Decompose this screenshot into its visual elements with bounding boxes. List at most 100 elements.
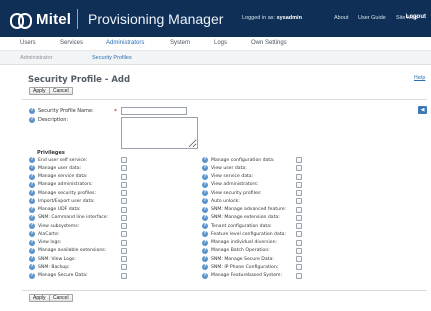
privilege-checkbox[interactable] [296,198,302,205]
privilege-label: Manage Featurebased System: [211,273,283,278]
privilege-label: Feature level configuration data: [211,231,287,237]
privilege-checkbox[interactable] [296,214,302,221]
privilege-label: Manage user data: [38,165,82,171]
privilege-checkbox[interactable] [296,181,302,188]
help-question-icon[interactable]: ? [202,173,208,180]
help-question-icon[interactable]: ? [202,247,208,254]
privilege-checkbox[interactable] [121,165,127,172]
help-question-icon[interactable]: ? [29,157,35,163]
privilege-checkbox[interactable] [121,264,127,271]
privilege-label: SNM: Manage advanced feature: [211,207,287,212]
help-question-icon[interactable]: ? [29,108,35,114]
privilege-label: View logs: [38,240,62,245]
privilege-checkbox[interactable] [296,239,302,246]
help-question-icon[interactable]: ? [202,239,208,246]
privilege-checkbox[interactable] [121,231,127,238]
nav-users[interactable]: Users [20,40,36,46]
subnav-security-profiles[interactable]: Security Profiles [92,55,132,61]
privilege-checkbox[interactable] [296,157,302,163]
help-question-icon[interactable]: ? [29,117,35,123]
nav-own-settings[interactable]: Own Settings [251,40,287,46]
privilege-checkbox[interactable] [121,206,127,213]
description-label: Description: [38,117,69,123]
help-question-icon[interactable]: ? [29,190,35,196]
help-question-icon[interactable]: ? [202,214,208,221]
privilege-label: View service data: [211,174,254,179]
privilege-checkbox[interactable] [121,198,127,205]
privilege-checkbox[interactable] [121,214,127,221]
help-question-icon[interactable]: ? [202,223,208,229]
privilege-checkbox[interactable] [296,231,302,238]
privilege-label: SNM: IP Phone Configuration: [211,264,279,270]
mitel-logo[interactable]: Mitel [10,10,72,29]
logout-link[interactable]: Logout [406,14,426,20]
help-question-icon[interactable]: ? [29,223,35,229]
privilege-label: Manage Secure Data: [38,273,88,278]
profile-name-input[interactable] [121,107,187,115]
sub-nav: Administrator Security Profiles [0,51,431,65]
required-marker: * [114,108,117,115]
privilege-label: Tenant configuration data: [211,223,272,229]
help-question-icon[interactable]: ? [202,181,208,188]
page-title: Security Profile - Add [28,75,131,85]
nav-administrators[interactable]: Administrators [106,40,144,46]
apply-button-bottom[interactable]: Apply [29,294,50,302]
user-guide-link[interactable]: User Guide [358,15,386,21]
description-textarea[interactable] [121,117,198,149]
help-question-icon[interactable]: ? [29,239,35,246]
privilege-checkbox[interactable] [296,165,302,172]
logo-text: Mitel [36,10,72,28]
help-question-icon[interactable]: ? [29,173,35,180]
help-question-icon[interactable]: ? [202,157,208,163]
privilege-checkbox[interactable] [296,223,302,229]
privilege-checkbox[interactable] [121,247,127,254]
username: sysadmin [276,15,302,21]
cancel-button-top[interactable]: Cancel [49,87,73,95]
privilege-checkbox[interactable] [296,272,302,279]
privilege-label: SNM: Command line interface: [38,215,109,221]
privilege-checkbox[interactable] [121,181,127,188]
help-question-icon[interactable]: ? [29,214,35,221]
privilege-checkbox[interactable] [121,157,127,163]
nav-logs[interactable]: Logs [214,40,227,46]
privilege-checkbox[interactable] [121,239,127,246]
privilege-checkbox[interactable] [121,190,127,196]
privilege-checkbox[interactable] [296,206,302,213]
privilege-label: View security profiles: [211,190,262,196]
privilege-label: End user self service: [38,157,88,163]
privilege-checkbox[interactable] [121,173,127,180]
help-question-icon[interactable]: ? [202,272,208,279]
privilege-label: Manage individual diversion: [211,240,278,245]
cancel-button-bottom[interactable]: Cancel [49,294,73,302]
subnav-administrator[interactable]: Administrator [20,55,52,61]
privilege-checkbox[interactable] [296,173,302,180]
privilege-checkbox[interactable] [121,256,127,262]
apply-button-top[interactable]: Apply [29,87,50,95]
help-question-icon[interactable]: ? [29,206,35,213]
help-link[interactable]: Help [414,75,425,81]
help-question-icon[interactable]: ? [29,272,35,279]
privilege-label: Import/Export user data: [38,198,95,204]
privilege-checkbox[interactable] [296,190,302,196]
profile-name-label: Security Profile Name: [38,108,94,114]
help-question-icon[interactable]: ? [29,256,35,262]
privilege-label: View user data: [211,165,247,171]
privilege-checkbox[interactable] [296,256,302,262]
divider-top [22,99,427,100]
privilege-label: Manage administrators: [38,182,93,188]
side-panel-toggle-icon[interactable]: ◀ [418,106,427,114]
nav-system[interactable]: System [170,40,190,46]
help-question-icon[interactable]: ? [202,190,208,196]
help-question-icon[interactable]: ? [29,181,35,188]
help-question-icon[interactable]: ? [202,256,208,262]
privilege-checkbox[interactable] [121,223,127,229]
help-question-icon[interactable]: ? [29,247,35,254]
privilege-checkbox[interactable] [296,264,302,271]
nav-services[interactable]: Services [60,40,83,46]
privilege-label: AlaCarte: [38,231,60,237]
privilege-checkbox[interactable] [296,247,302,254]
about-link[interactable]: About [334,15,348,21]
privilege-label: View administrators: [211,182,259,188]
help-question-icon[interactable]: ? [202,206,208,213]
privilege-checkbox[interactable] [121,272,127,279]
